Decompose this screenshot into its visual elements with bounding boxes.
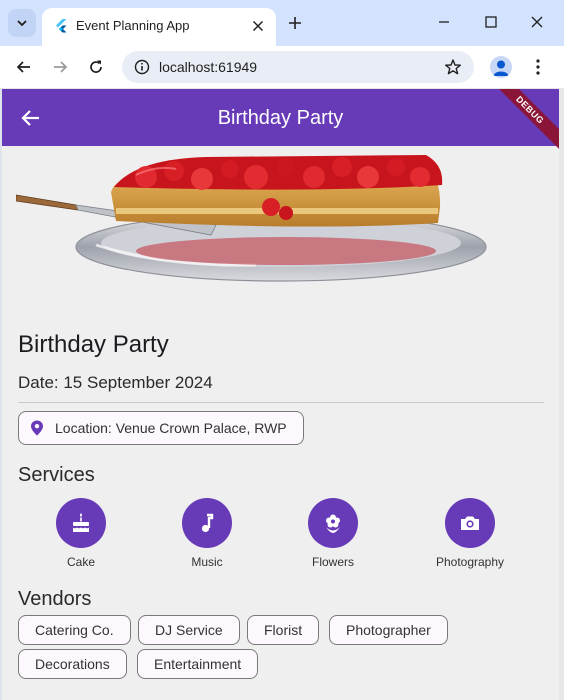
url-text[interactable]: localhost:61949 xyxy=(159,59,257,75)
cake-icon xyxy=(73,513,89,532)
more-menu-icon[interactable] xyxy=(530,58,546,76)
service-flowers[interactable]: Flowers xyxy=(283,498,383,569)
location-chip[interactable]: Location: Venue Crown Palace, RWP xyxy=(18,411,304,445)
service-flowers-button[interactable] xyxy=(308,498,358,548)
address-bar[interactable]: localhost:61949 xyxy=(122,51,474,83)
vendor-chip[interactable]: Florist xyxy=(247,615,320,645)
back-arrow-icon[interactable] xyxy=(15,58,33,76)
close-tab-icon[interactable] xyxy=(250,18,266,34)
maximize-icon[interactable] xyxy=(483,14,499,30)
camera-icon xyxy=(461,516,479,530)
service-cake[interactable]: Cake xyxy=(31,498,131,569)
service-photography-button[interactable] xyxy=(445,498,495,548)
browser-toolbar: localhost:61949 xyxy=(0,46,564,89)
forward-arrow-icon[interactable] xyxy=(51,58,69,76)
event-title: Birthday Party xyxy=(18,331,169,358)
tab-title: Event Planning App xyxy=(76,18,190,33)
vendor-chip[interactable]: Decorations xyxy=(18,649,127,679)
vendor-chip[interactable]: Photographer xyxy=(329,615,448,645)
service-photography[interactable]: Photography xyxy=(420,498,520,569)
minimize-icon[interactable] xyxy=(436,14,452,30)
services-heading: Services xyxy=(18,464,95,486)
vendor-chip[interactable]: Catering Co. xyxy=(18,615,131,645)
flutter-logo-icon xyxy=(56,19,67,33)
service-label: Photography xyxy=(435,555,505,569)
divider xyxy=(18,402,544,403)
bookmark-star-icon[interactable] xyxy=(444,58,462,76)
browser-tabstrip: Event Planning App xyxy=(0,0,564,46)
flower-icon xyxy=(326,514,340,533)
close-window-icon[interactable] xyxy=(529,14,545,30)
service-label: Music xyxy=(191,555,223,569)
browser-tab[interactable]: Event Planning App xyxy=(42,8,276,46)
profile-avatar[interactable] xyxy=(490,56,512,78)
vendor-chip[interactable]: Entertainment xyxy=(137,649,259,679)
window-edge xyxy=(559,89,564,700)
app-viewport: Birthday Party DEBUG Birthday Party Date… xyxy=(2,89,559,700)
app-bar-title: Birthday Party xyxy=(217,107,344,129)
app-bar: Birthday Party DEBUG xyxy=(2,89,559,154)
service-label: Cake xyxy=(66,555,95,569)
service-music-button[interactable] xyxy=(182,498,232,548)
vendors-heading: Vendors xyxy=(18,588,92,610)
tab-search-button[interactable] xyxy=(8,9,36,37)
service-music[interactable]: Music xyxy=(157,498,257,569)
location-text: Location: Venue Crown Palace, RWP xyxy=(55,420,287,436)
service-label: Flowers xyxy=(311,555,354,569)
new-tab-icon[interactable] xyxy=(286,14,304,32)
chevron-down-icon xyxy=(17,20,27,27)
person-icon xyxy=(493,60,509,76)
vendor-chip[interactable]: DJ Service xyxy=(138,615,240,645)
cake-image xyxy=(16,155,487,282)
reload-icon[interactable] xyxy=(87,58,105,76)
service-cake-button[interactable] xyxy=(56,498,106,548)
site-info-icon[interactable] xyxy=(134,59,150,75)
location-pin-icon xyxy=(31,420,43,436)
music-note-icon xyxy=(201,513,214,533)
event-date: Date: 15 September 2024 xyxy=(18,373,213,392)
